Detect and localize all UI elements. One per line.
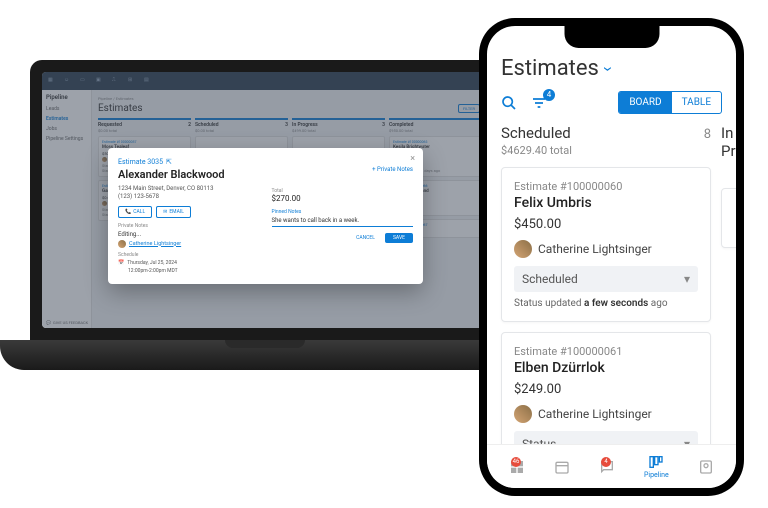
page-title: Estimates	[98, 103, 482, 114]
nav-more[interactable]	[698, 459, 714, 475]
phone-number: (123) 123-5678	[118, 193, 260, 201]
laptop-base	[0, 340, 530, 370]
nav-messages[interactable]: 4	[599, 459, 615, 475]
avatar	[118, 240, 126, 248]
column-in-progress: In Pr	[721, 124, 736, 444]
feedback-link[interactable]: 💬 GIVE US FEEDBACK	[46, 320, 88, 325]
customer-name: Alexander Blackwood	[118, 168, 225, 181]
top-navbar: ▦ ☺ ▭ ▣ ⎍ ⊞ ▤	[42, 72, 488, 90]
schedule-label: Schedule	[118, 252, 260, 258]
schedule-time: 12:00pm-2:00pm MDT	[128, 268, 260, 274]
assigned-user: Catherine Lightsinger	[514, 240, 698, 258]
pinned-note-input[interactable]: She wants to call back in a week.	[272, 217, 414, 227]
avatar	[102, 201, 107, 206]
sidebar-item-estimates[interactable]: Estimates	[46, 114, 87, 124]
money-icon[interactable]: ▤	[144, 77, 152, 85]
nav-dashboard[interactable]: 46	[509, 459, 525, 475]
phone-device: Estimates › 4 BOARD TABLE	[479, 18, 744, 496]
dashboard-icon[interactable]: ▦	[48, 77, 56, 85]
customer-name: Elben Dzürrlok	[514, 360, 698, 376]
nav-schedule[interactable]	[554, 459, 570, 475]
column-scheduled: Scheduled 8 $4629.40 total Estimate #100…	[501, 124, 711, 444]
status-updated-text: Status updated a few seconds ago	[514, 298, 698, 309]
sidebar-item-leads[interactable]: Leads	[46, 104, 87, 114]
pipeline-icon	[648, 454, 664, 470]
calendar-icon	[554, 459, 570, 475]
chevron-down-icon: ›	[598, 66, 618, 71]
bottom-nav: 46 4 Pipeline	[487, 444, 736, 488]
phone-icon: 📞	[125, 209, 131, 215]
chevron-down-icon: ▾	[684, 272, 690, 286]
schedule-date: 📅Thursday, Jul 25, 2024	[118, 260, 260, 266]
filter-button[interactable]: FILTER	[458, 104, 480, 113]
column-header: Scheduled 8	[501, 124, 711, 142]
estimate-number: Estimate #100000060	[514, 180, 698, 193]
estimate-link[interactable]: Estimate 3035 ⇱	[118, 158, 172, 166]
estimate-card[interactable]	[721, 188, 736, 248]
estimate-modal: × Estimate 3035 ⇱ Alexander Blackwood + …	[108, 148, 423, 284]
company-icon[interactable]: ▭	[80, 77, 88, 85]
search-icon[interactable]	[501, 95, 517, 111]
estimate-amount: $450.00	[514, 217, 698, 232]
estimate-number: Estimate #100000061	[514, 345, 698, 358]
pipeline-icon[interactable]: ⎍	[112, 77, 120, 85]
apps-icon[interactable]: ⊞	[128, 77, 136, 85]
filter-badge: 4	[543, 89, 555, 101]
notes-label: Private Notes	[118, 223, 260, 229]
nav-pipeline[interactable]: Pipeline	[644, 454, 669, 479]
save-button[interactable]: SAVE	[385, 233, 413, 243]
filter-icon[interactable]: 4	[531, 95, 547, 111]
private-notes-link[interactable]: + Private Notes	[372, 166, 413, 173]
nav-badge: 46	[511, 457, 522, 467]
status-select[interactable]: Status ▾	[514, 431, 698, 444]
total-value: $270.00	[272, 194, 414, 203]
nav-badge: 4	[601, 457, 611, 467]
toolbar: 4 BOARD TABLE	[501, 91, 722, 114]
address-line: 1234 Main Street, Denver, CO 80113	[118, 185, 260, 193]
calendar-icon: 📅	[118, 260, 124, 266]
sidebar: Pipeline Leads Estimates Jobs Pipeline S…	[42, 90, 92, 328]
page-title[interactable]: Estimates ›	[501, 56, 722, 81]
estimate-amount: $249.00	[514, 382, 698, 397]
phone-screen: Estimates › 4 BOARD TABLE	[487, 26, 736, 488]
cancel-button[interactable]: CANCEL	[350, 233, 381, 243]
contact-icon	[698, 459, 714, 475]
assigned-user: Catherine Lightsinger	[514, 405, 698, 423]
pinned-notes-label: Pinned Notes	[272, 209, 414, 215]
jobs-icon[interactable]: ▣	[96, 77, 104, 85]
estimate-card[interactable]: Estimate #100000060 Felix Umbris $450.00…	[501, 167, 711, 322]
sidebar-item-jobs[interactable]: Jobs	[46, 124, 87, 134]
assigned-user: Catherine Lightsinger	[118, 240, 260, 248]
avatar	[102, 157, 107, 162]
table-toggle[interactable]: TABLE	[672, 92, 721, 113]
customer-name: Felix Umbris	[514, 195, 698, 211]
external-link-icon: ⇱	[166, 158, 172, 166]
column-header: In Pr	[721, 124, 736, 160]
column-subtotal: $4629.40 total	[501, 144, 711, 157]
people-icon[interactable]: ☺	[64, 77, 72, 85]
call-button[interactable]: 📞CALL	[118, 206, 152, 218]
notes-text[interactable]: Editing...	[118, 231, 260, 238]
breadcrumb: Pipeline / Estimates	[98, 96, 482, 101]
email-button[interactable]: ✉EMAIL	[156, 206, 191, 218]
email-icon: ✉	[163, 209, 167, 215]
avatar	[514, 240, 532, 258]
kanban-board[interactable]: Scheduled 8 $4629.40 total Estimate #100…	[501, 124, 722, 444]
status-select[interactable]: Scheduled ▾	[514, 266, 698, 292]
phone-notch	[564, 26, 659, 48]
chevron-down-icon: ▾	[684, 437, 690, 444]
phone-app: Estimates › 4 BOARD TABLE	[487, 26, 736, 444]
avatar	[514, 405, 532, 423]
close-icon[interactable]: ×	[410, 154, 415, 164]
board-toggle[interactable]: BOARD	[619, 92, 671, 113]
view-toggle: BOARD TABLE	[618, 91, 722, 114]
sidebar-item-pipeline-settings[interactable]: Pipeline Settings	[46, 134, 87, 144]
estimate-card[interactable]: Estimate #100000061 Elben Dzürrlok $249.…	[501, 332, 711, 444]
sidebar-title: Pipeline	[46, 94, 87, 101]
